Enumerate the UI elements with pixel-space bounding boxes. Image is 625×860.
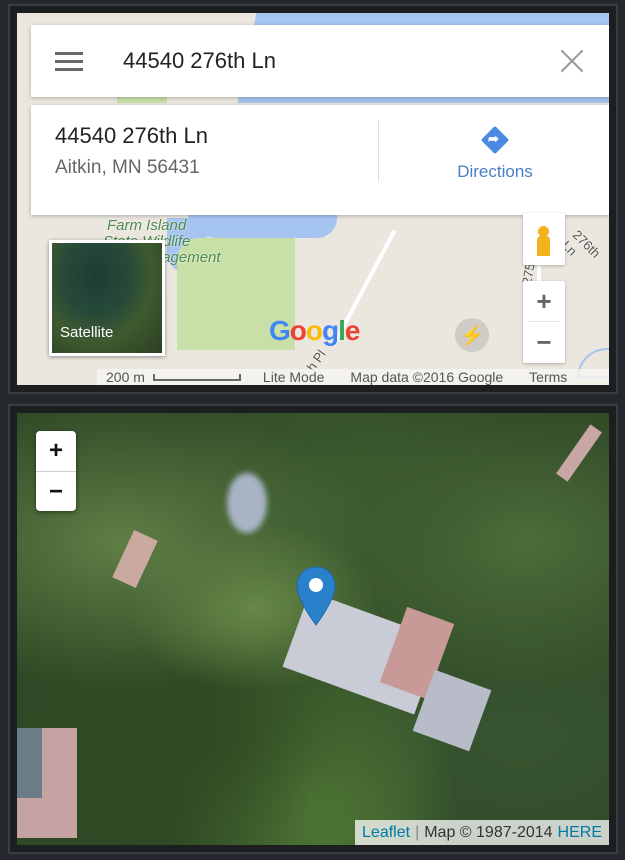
- house-roof: [17, 728, 42, 798]
- street-label: 276th Ln: [559, 227, 604, 261]
- map-data-attribution: Map data ©2016 Google: [350, 369, 504, 385]
- close-icon[interactable]: [557, 46, 587, 76]
- logo-letter: l: [338, 315, 346, 346]
- map-attribution: Leaflet | Map © 1987-2014 HERE: [355, 820, 609, 845]
- poi-label: Farm Island: [107, 217, 187, 234]
- leaflet-satellite-map[interactable]: + − Leaflet | Map © 1987-2014 HERE: [17, 413, 609, 845]
- map-credit: Map © 1987-2014: [424, 823, 553, 841]
- leaflet-zoom-control: + −: [36, 431, 76, 511]
- card-divider: [378, 120, 379, 182]
- directions-button[interactable]: ➦ Directions: [381, 117, 609, 187]
- zoom-out-button[interactable]: −: [36, 472, 76, 512]
- google-map[interactable]: Farm Island State Wildlife Management 27…: [17, 13, 609, 385]
- logo-letter: g: [322, 315, 339, 346]
- house-roof: [112, 529, 158, 589]
- directions-label: Directions: [457, 162, 533, 181]
- logo-letter: o: [289, 315, 307, 346]
- pond: [227, 473, 267, 533]
- scale-bar: [152, 373, 241, 381]
- zoom-in-button[interactable]: +: [523, 281, 565, 321]
- lite-mode-label: Lite Mode: [262, 369, 325, 385]
- satellite-toggle-button[interactable]: Satellite: [49, 240, 165, 356]
- directions-diamond-icon: ➦: [480, 125, 510, 155]
- map-marker-icon[interactable]: [295, 565, 337, 629]
- zoom-out-button[interactable]: −: [523, 322, 565, 362]
- google-map-panel: Farm Island State Wildlife Management 27…: [8, 4, 618, 394]
- place-card: 44540 276th Ln Aitkin, MN 56431 ➦ Direct…: [31, 105, 609, 215]
- street-view-pegman-icon[interactable]: [523, 213, 565, 265]
- attribution-separator: |: [415, 823, 420, 841]
- satellite-label: Satellite: [60, 324, 114, 341]
- search-bar: 44540 276th Ln: [31, 25, 609, 97]
- place-address-line1: 44540 276th Ln: [55, 123, 208, 148]
- zoom-in-button[interactable]: +: [36, 431, 76, 471]
- terms-link[interactable]: Terms: [529, 369, 567, 385]
- google-zoom-control: + −: [523, 281, 565, 363]
- scale-label: 200 m: [106, 369, 145, 385]
- google-logo: Google: [269, 315, 361, 347]
- search-input[interactable]: 44540 276th Ln: [123, 48, 557, 74]
- place-address-line2: Aitkin, MN 56431: [55, 157, 200, 178]
- leaflet-link[interactable]: Leaflet: [362, 824, 410, 842]
- logo-letter: G: [269, 315, 291, 346]
- logo-letter: e: [344, 315, 361, 346]
- logo-letter: o: [305, 315, 323, 346]
- hamburger-menu-icon[interactable]: [55, 51, 83, 71]
- leaflet-map-panel: + − Leaflet | Map © 1987-2014 HERE: [8, 404, 618, 854]
- here-link[interactable]: HERE: [558, 824, 602, 842]
- map-footer: 200 m Lite Mode Map data ©2016 Google Te…: [97, 369, 609, 385]
- road-strip: [556, 424, 602, 482]
- lightning-bolt-icon[interactable]: ⚡: [455, 318, 489, 352]
